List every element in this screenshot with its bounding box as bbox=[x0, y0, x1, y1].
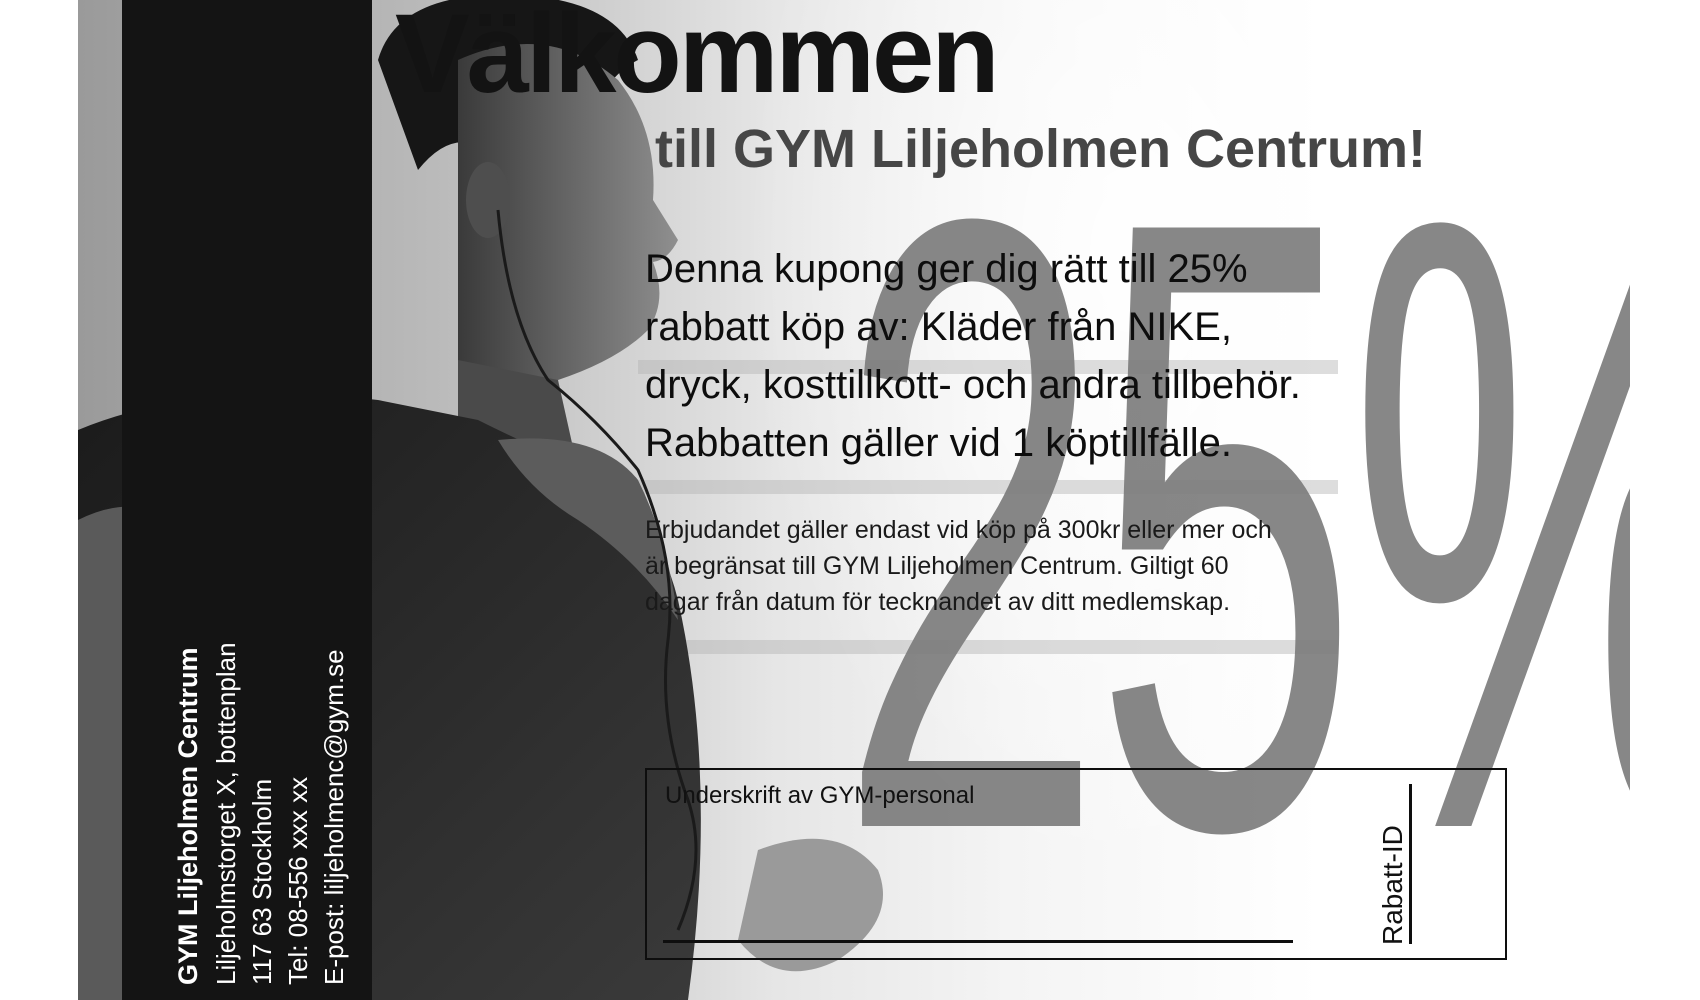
signature-box: Underskrift av GYM-personal Rabatt-ID bbox=[645, 768, 1507, 960]
fine-print-line: Erbjudandet gäller endast vid köp på 300… bbox=[645, 516, 1272, 544]
rabatt-id-label: Rabatt-ID bbox=[1377, 825, 1408, 945]
offer-line: dryck, kosttillkott- och andra tillbehör… bbox=[645, 363, 1301, 407]
offer-line: Rabbatten gäller vid 1 köptillfälle. bbox=[645, 421, 1233, 465]
fine-print: Erbjudandet gäller endast vid köp på 300… bbox=[645, 512, 1405, 620]
signature-line[interactable] bbox=[663, 940, 1293, 943]
email-line: E-post: liljeholmenc@gym.se bbox=[319, 649, 349, 985]
offer-line: Denna kupong ger dig rätt till 25% bbox=[645, 247, 1248, 291]
rabatt-id-line[interactable] bbox=[1409, 784, 1412, 944]
headline: Välkommen bbox=[395, 0, 1000, 116]
signature-label: Underskrift av GYM-personal bbox=[665, 782, 975, 809]
phone-line: Tel: 08-556 xxx xx bbox=[283, 776, 313, 985]
fine-print-line: dagar från datum för tecknandet av ditt … bbox=[645, 588, 1231, 616]
address-line: Liljeholmstorget X, bottenplan bbox=[211, 642, 241, 985]
fine-print-line: är begränsat till GYM Liljeholmen Centru… bbox=[645, 552, 1229, 580]
city-line: 117 63 Stockholm bbox=[247, 778, 277, 985]
subheadline: till GYM Liljeholmen Centrum! bbox=[655, 119, 1427, 179]
offer-line: rabbatt köp av: Kläder från NIKE, bbox=[645, 305, 1232, 349]
offer-text: Denna kupong ger dig rätt till 25% rabba… bbox=[645, 240, 1445, 472]
gym-name: GYM Liljeholmen Centrum bbox=[173, 647, 203, 985]
contact-info: GYM Liljeholmen Centrum Liljeholmstorget… bbox=[168, 535, 352, 985]
